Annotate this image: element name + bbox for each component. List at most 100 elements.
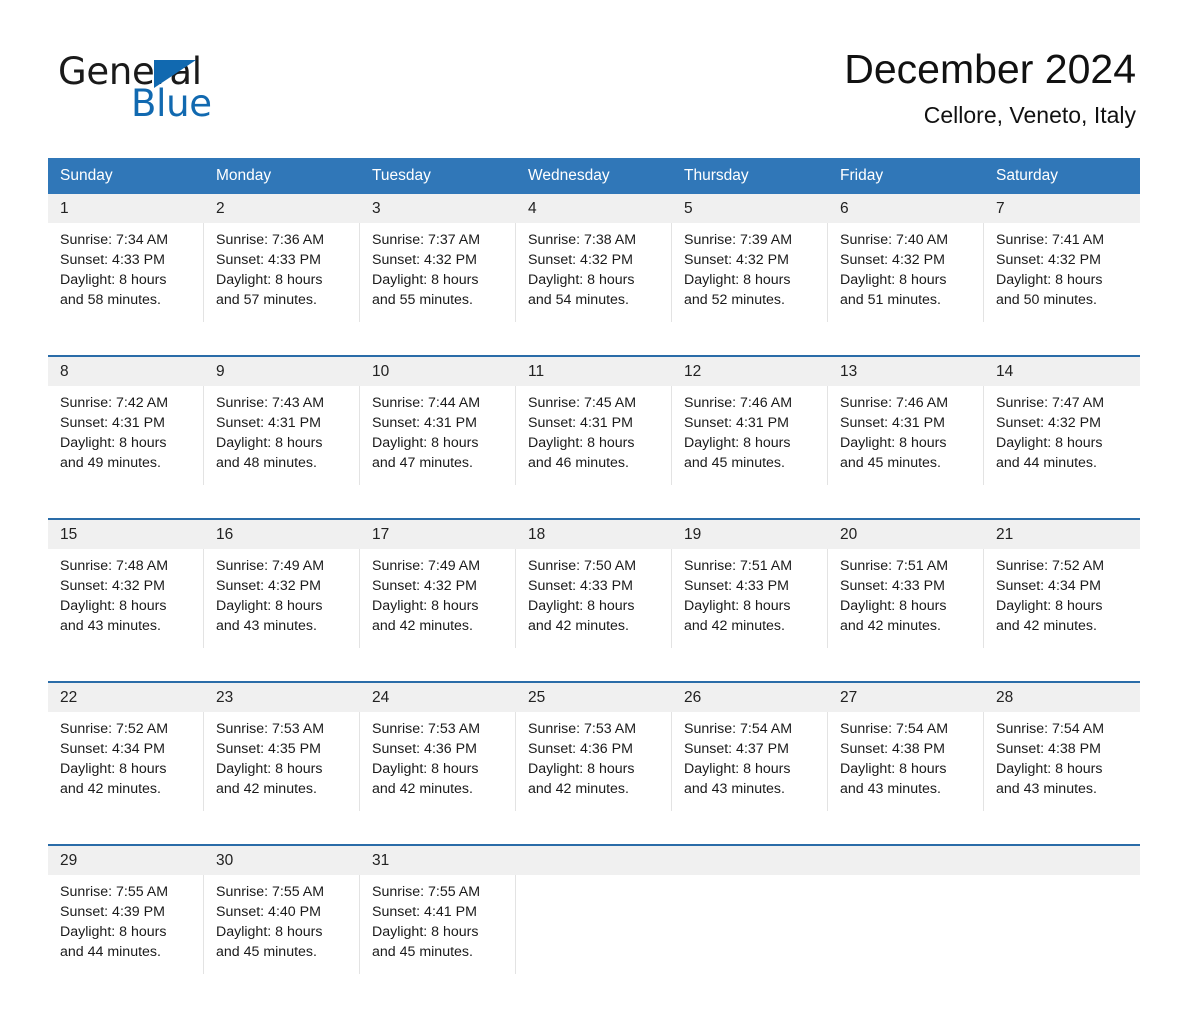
day-cell[interactable]: Sunrise: 7:55 AM Sunset: 4:39 PM Daylight:… bbox=[48, 875, 204, 974]
day-cell[interactable]: Sunrise: 7:55 AM Sunset: 4:41 PM Daylight:… bbox=[360, 875, 516, 974]
day-number[interactable]: 8 bbox=[48, 357, 204, 386]
day-cell[interactable]: Sunrise: 7:52 AM Sunset: 4:34 PM Daylight:… bbox=[48, 712, 204, 811]
day-cell[interactable]: Sunrise: 7:52 AM Sunset: 4:34 PM Daylight:… bbox=[984, 549, 1140, 648]
sunset-text: Sunset: 4:32 PM bbox=[840, 252, 945, 268]
day-number[interactable]: 1 bbox=[48, 194, 204, 223]
day-cell[interactable]: Sunrise: 7:43 AM Sunset: 4:31 PM Daylight:… bbox=[204, 386, 360, 485]
day-number[interactable]: 11 bbox=[516, 357, 672, 386]
day-cell[interactable]: Sunrise: 7:45 AM Sunset: 4:31 PM Daylight:… bbox=[516, 386, 672, 485]
day-number[interactable]: 25 bbox=[516, 683, 672, 712]
day-cell[interactable]: Sunrise: 7:48 AM Sunset: 4:32 PM Daylight:… bbox=[48, 549, 204, 648]
weekday-header-thursday: Thursday bbox=[684, 167, 749, 184]
day-cell-row: Sunrise: 7:42 AM Sunset: 4:31 PM Daylight:… bbox=[48, 386, 1140, 485]
day-cell[interactable]: Sunrise: 7:39 AM Sunset: 4:32 PM Daylight:… bbox=[672, 223, 828, 322]
day-cell[interactable]: Sunrise: 7:44 AM Sunset: 4:31 PM Daylight:… bbox=[360, 386, 516, 485]
sunset-text: Sunset: 4:31 PM bbox=[216, 415, 321, 431]
day-cell[interactable]: Sunrise: 7:34 AM Sunset: 4:33 PM Daylight:… bbox=[48, 223, 204, 322]
day-cell[interactable]: Sunrise: 7:37 AM Sunset: 4:32 PM Daylight:… bbox=[360, 223, 516, 322]
day-cell[interactable]: Sunrise: 7:54 AM Sunset: 4:37 PM Daylight:… bbox=[672, 712, 828, 811]
sunrise-text: Sunrise: 7:41 AM bbox=[996, 232, 1105, 248]
daylight-text: and 42 minutes. bbox=[684, 618, 785, 634]
day-cell[interactable]: Sunrise: 7:46 AM Sunset: 4:31 PM Daylight:… bbox=[828, 386, 984, 485]
day-cell[interactable]: Sunrise: 7:36 AM Sunset: 4:33 PM Daylight:… bbox=[204, 223, 360, 322]
daylight-text: and 50 minutes. bbox=[996, 292, 1097, 308]
day-cell[interactable]: Sunrise: 7:51 AM Sunset: 4:33 PM Daylight:… bbox=[672, 549, 828, 648]
day-cell[interactable]: Sunrise: 7:51 AM Sunset: 4:33 PM Daylight:… bbox=[828, 549, 984, 648]
location-subtitle: Cellore, Veneto, Italy bbox=[923, 102, 1136, 128]
day-number[interactable]: 16 bbox=[204, 520, 360, 549]
day-cell[interactable]: Sunrise: 7:41 AM Sunset: 4:32 PM Daylight:… bbox=[984, 223, 1140, 322]
day-cell[interactable]: Sunrise: 7:40 AM Sunset: 4:32 PM Daylight:… bbox=[828, 223, 984, 322]
week-spacer bbox=[48, 974, 1140, 1014]
day-cell[interactable]: Sunrise: 7:53 AM Sunset: 4:35 PM Daylight:… bbox=[204, 712, 360, 811]
sunrise-text: Sunrise: 7:49 AM bbox=[372, 558, 481, 574]
day-number[interactable]: 28 bbox=[984, 683, 1140, 712]
day-number[interactable]: 17 bbox=[360, 520, 516, 549]
daylight-text: and 42 minutes. bbox=[840, 618, 941, 634]
daylight-text: and 47 minutes. bbox=[372, 455, 473, 471]
sunset-text: Sunset: 4:32 PM bbox=[996, 415, 1101, 431]
day-cell[interactable]: Sunrise: 7:47 AM Sunset: 4:32 PM Daylight:… bbox=[984, 386, 1140, 485]
day-number[interactable]: 19 bbox=[672, 520, 828, 549]
sunset-text: Sunset: 4:33 PM bbox=[528, 578, 633, 594]
day-cell[interactable]: Sunrise: 7:50 AM Sunset: 4:33 PM Daylight:… bbox=[516, 549, 672, 648]
day-number[interactable]: 7 bbox=[984, 194, 1140, 223]
daylight-text: and 43 minutes. bbox=[996, 781, 1097, 797]
daylight-text: Daylight: 8 hours bbox=[216, 272, 323, 288]
day-number bbox=[984, 846, 1140, 875]
day-number[interactable]: 12 bbox=[672, 357, 828, 386]
day-number[interactable]: 3 bbox=[360, 194, 516, 223]
day-number[interactable]: 22 bbox=[48, 683, 204, 712]
day-number[interactable]: 4 bbox=[516, 194, 672, 223]
sunset-text: Sunset: 4:32 PM bbox=[372, 252, 477, 268]
daylight-text: Daylight: 8 hours bbox=[840, 761, 947, 777]
day-number[interactable]: 2 bbox=[204, 194, 360, 223]
daylight-text: Daylight: 8 hours bbox=[528, 435, 635, 451]
day-number[interactable]: 23 bbox=[204, 683, 360, 712]
day-cell[interactable]: Sunrise: 7:54 AM Sunset: 4:38 PM Daylight:… bbox=[984, 712, 1140, 811]
sunset-text: Sunset: 4:34 PM bbox=[996, 578, 1101, 594]
week-spacer bbox=[48, 648, 1140, 681]
day-number[interactable]: 29 bbox=[48, 846, 204, 875]
day-cell[interactable]: Sunrise: 7:46 AM Sunset: 4:31 PM Daylight:… bbox=[672, 386, 828, 485]
day-cell[interactable]: Sunrise: 7:54 AM Sunset: 4:38 PM Daylight:… bbox=[828, 712, 984, 811]
daylight-text: and 42 minutes. bbox=[216, 781, 317, 797]
day-number[interactable]: 9 bbox=[204, 357, 360, 386]
day-number[interactable]: 14 bbox=[984, 357, 1140, 386]
day-cell[interactable]: Sunrise: 7:49 AM Sunset: 4:32 PM Daylight:… bbox=[204, 549, 360, 648]
day-number[interactable]: 6 bbox=[828, 194, 984, 223]
day-number[interactable]: 21 bbox=[984, 520, 1140, 549]
sunrise-text: Sunrise: 7:55 AM bbox=[60, 884, 169, 900]
sunrise-text: Sunrise: 7:46 AM bbox=[840, 395, 949, 411]
daylight-text: and 43 minutes. bbox=[840, 781, 941, 797]
daylight-text: Daylight: 8 hours bbox=[216, 435, 323, 451]
day-number[interactable]: 15 bbox=[48, 520, 204, 549]
day-number[interactable]: 18 bbox=[516, 520, 672, 549]
daylight-text: Daylight: 8 hours bbox=[684, 761, 791, 777]
sunset-text: Sunset: 4:41 PM bbox=[372, 904, 477, 920]
day-cell[interactable]: Sunrise: 7:49 AM Sunset: 4:32 PM Daylight:… bbox=[360, 549, 516, 648]
day-number[interactable]: 20 bbox=[828, 520, 984, 549]
day-number[interactable]: 31 bbox=[360, 846, 516, 875]
sunrise-text: Sunrise: 7:51 AM bbox=[840, 558, 949, 574]
daylight-text: Daylight: 8 hours bbox=[996, 761, 1103, 777]
day-number[interactable]: 10 bbox=[360, 357, 516, 386]
page-title: December 2024 bbox=[844, 46, 1136, 92]
sunset-text: Sunset: 4:32 PM bbox=[528, 252, 633, 268]
daylight-text: and 45 minutes. bbox=[216, 944, 317, 960]
day-cell[interactable]: Sunrise: 7:53 AM Sunset: 4:36 PM Daylight:… bbox=[360, 712, 516, 811]
day-cell[interactable]: Sunrise: 7:53 AM Sunset: 4:36 PM Daylight:… bbox=[516, 712, 672, 811]
day-number[interactable]: 5 bbox=[672, 194, 828, 223]
sunrise-text: Sunrise: 7:54 AM bbox=[996, 721, 1105, 737]
day-number[interactable]: 30 bbox=[204, 846, 360, 875]
day-cell[interactable]: Sunrise: 7:55 AM Sunset: 4:40 PM Daylight:… bbox=[204, 875, 360, 974]
day-number[interactable]: 13 bbox=[828, 357, 984, 386]
daylight-text: Daylight: 8 hours bbox=[60, 924, 167, 940]
general-blue-logo[interactable]: General Blue bbox=[58, 52, 318, 124]
daylight-text: and 54 minutes. bbox=[528, 292, 629, 308]
day-cell[interactable]: Sunrise: 7:38 AM Sunset: 4:32 PM Daylight:… bbox=[516, 223, 672, 322]
day-cell[interactable]: Sunrise: 7:42 AM Sunset: 4:31 PM Daylight:… bbox=[48, 386, 204, 485]
day-number[interactable]: 26 bbox=[672, 683, 828, 712]
day-number[interactable]: 24 bbox=[360, 683, 516, 712]
day-number[interactable]: 27 bbox=[828, 683, 984, 712]
